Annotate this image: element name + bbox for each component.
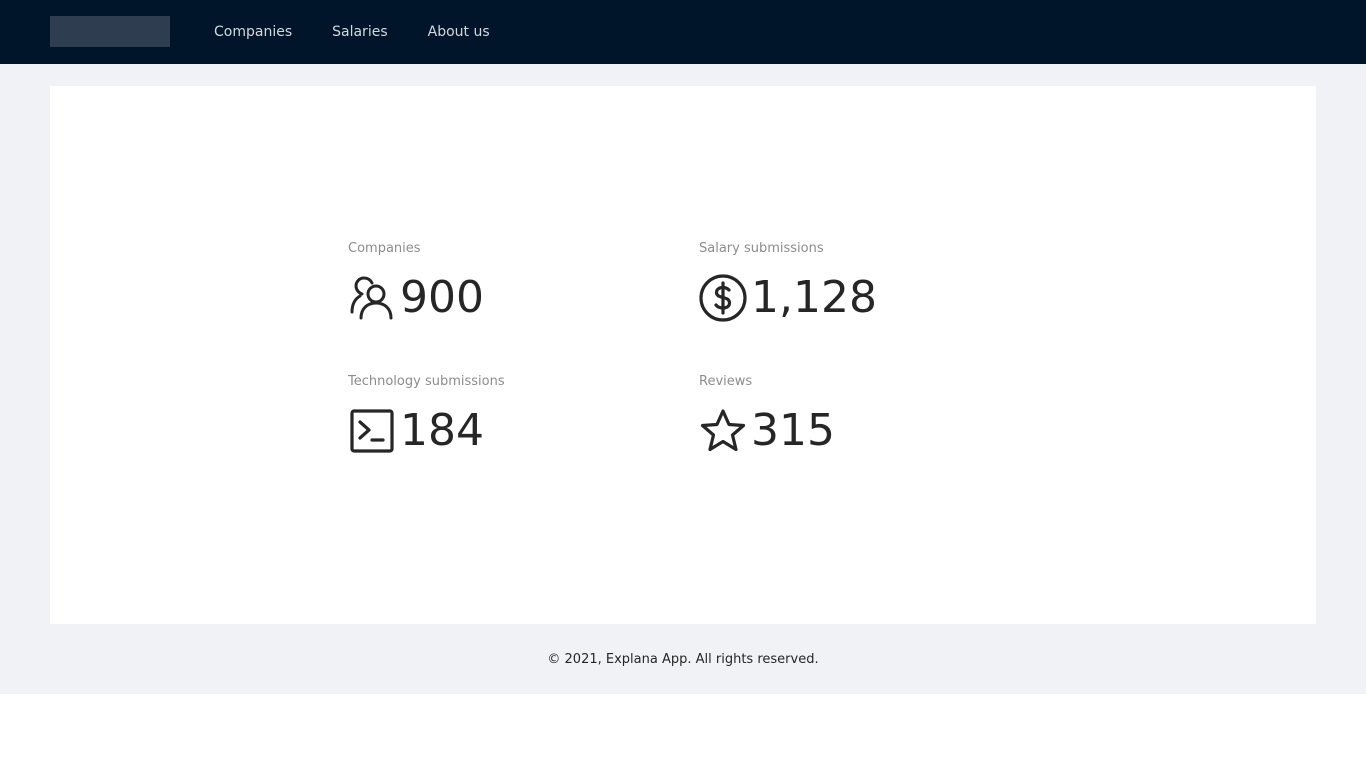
stat-reviews: Reviews 315 bbox=[699, 373, 835, 457]
dollar-circle-icon bbox=[699, 274, 747, 322]
stat-salary-submissions-label: Salary submissions bbox=[699, 241, 824, 256]
nav-item-companies[interactable]: Companies bbox=[194, 0, 312, 64]
logo[interactable] bbox=[50, 16, 170, 47]
stat-companies: Companies 900 bbox=[348, 240, 484, 324]
stat-salary-submissions-value: 1,128 bbox=[751, 272, 877, 323]
terminal-icon bbox=[348, 407, 396, 455]
main-nav: Companies Salaries About us bbox=[194, 0, 510, 64]
stat-technology-submissions-label: Technology submissions bbox=[348, 374, 505, 389]
stat-companies-label: Companies bbox=[348, 241, 421, 256]
footer: © 2021, Explana App. All rights reserved… bbox=[0, 624, 1366, 694]
stat-companies-value: 900 bbox=[400, 272, 484, 323]
stat-technology-submissions: Technology submissions 184 bbox=[348, 373, 505, 457]
stat-reviews-label: Reviews bbox=[699, 374, 753, 389]
main-content: Companies 900 Salary submissions 1,128 T… bbox=[50, 86, 1316, 624]
page: Companies Salaries About us Companies 90… bbox=[0, 0, 1366, 694]
top-header: Companies Salaries About us bbox=[0, 0, 1366, 64]
stat-reviews-value: 315 bbox=[751, 405, 835, 456]
footer-copyright: © 2021, Explana App. All rights reserved… bbox=[547, 651, 819, 667]
nav-item-salaries[interactable]: Salaries bbox=[312, 0, 408, 64]
team-icon bbox=[348, 274, 396, 322]
nav-item-about-us[interactable]: About us bbox=[408, 0, 510, 64]
star-icon bbox=[699, 407, 747, 455]
stat-salary-submissions: Salary submissions 1,128 bbox=[699, 240, 877, 324]
stat-technology-submissions-value: 184 bbox=[400, 405, 484, 456]
